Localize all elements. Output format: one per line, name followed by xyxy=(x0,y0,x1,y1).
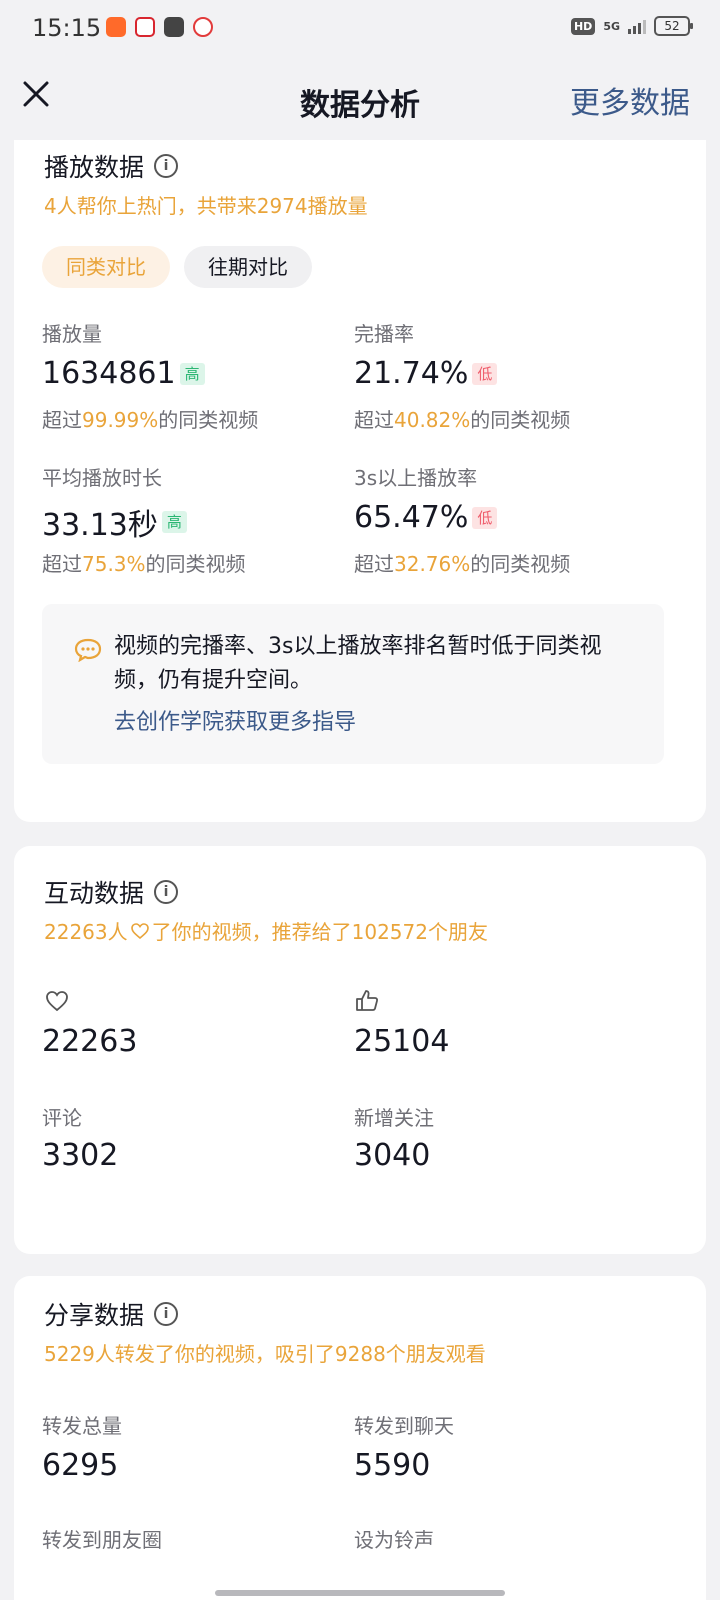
share-to-moments-label: 转发到朋友圈 xyxy=(42,1528,162,1552)
more-data-link[interactable]: 更多数据 xyxy=(570,78,690,122)
status-bar: 15:15 HD 5G 52 xyxy=(0,0,720,56)
message-icon xyxy=(74,638,102,662)
metric-label: 完播率 xyxy=(354,322,414,346)
bank-app-icon xyxy=(135,17,155,37)
tab-same-category[interactable]: 同类对比 xyxy=(42,246,170,288)
interact-section-header: 互动数据 i xyxy=(44,874,179,910)
metric-label: 3s以上播放率 xyxy=(354,466,478,490)
thumbs-up-icon xyxy=(356,990,379,1011)
app-notification-icon xyxy=(106,17,126,37)
metric-value: 33.13秒 高 xyxy=(42,500,187,544)
thumbs-value: 25104 xyxy=(354,1024,450,1059)
info-icon[interactable]: i xyxy=(154,880,179,904)
share-subtitle: 5229人转发了你的视频，吸引了9288个朋友观看 xyxy=(44,1342,486,1366)
3s-play-rate-value: 65.47% xyxy=(354,500,469,535)
status-badge: 低 xyxy=(472,506,498,529)
status-app-icons xyxy=(106,17,213,37)
tip-text: 视频的完播率、3s以上播放率排名暂时低于同类视频，仍有提升空间。 xyxy=(114,634,602,693)
comments-label: 评论 xyxy=(42,1106,82,1130)
play-section-title: 播放数据 xyxy=(44,153,145,182)
metric-footnote: 超过99.99%的同类视频 xyxy=(42,408,259,432)
tip-box: 视频的完播率、3s以上播放率排名暂时低于同类视频，仍有提升空间。 去创作学院获取… xyxy=(42,604,664,764)
avg-duration-value: 33.13秒 xyxy=(42,508,158,543)
heart-icon xyxy=(46,991,68,1012)
follows-label: 新增关注 xyxy=(354,1106,434,1130)
interaction-data-card: 互动数据 i 22263人 了你的视频，推荐给了102572个朋友 22263 … xyxy=(14,846,706,1254)
metric-label: 平均播放时长 xyxy=(42,466,162,490)
network-label: 5G xyxy=(603,19,620,33)
share-to-chat-label: 转发到聊天 xyxy=(354,1414,454,1438)
status-badge: 高 xyxy=(179,362,205,385)
home-indicator[interactable] xyxy=(215,1590,505,1596)
metric-value: 65.47% 低 xyxy=(354,500,498,535)
share-to-chat-value: 5590 xyxy=(354,1448,431,1483)
tab-past-period[interactable]: 往期对比 xyxy=(184,246,312,288)
info-icon[interactable]: i xyxy=(154,154,179,178)
likes-value: 22263 xyxy=(42,1024,138,1059)
metric-label: 播放量 xyxy=(42,322,102,346)
share-data-card: 分享数据 i 5229人转发了你的视频，吸引了9288个朋友观看 转发总量 62… xyxy=(14,1276,706,1600)
metric-footnote: 超过40.82%的同类视频 xyxy=(354,408,571,432)
share-total-value: 6295 xyxy=(42,1448,119,1483)
follows-value: 3040 xyxy=(354,1138,431,1173)
interact-section-title: 互动数据 xyxy=(44,879,145,908)
metric-footnote: 超过32.76%的同类视频 xyxy=(354,552,571,576)
signal-icon xyxy=(628,18,646,34)
status-time: 15:15 xyxy=(32,14,102,42)
mail-app-icon xyxy=(164,17,184,37)
hd-badge: HD xyxy=(570,17,596,35)
share-section-title: 分享数据 xyxy=(44,1301,145,1330)
status-badge: 低 xyxy=(472,362,498,385)
completion-rate-value: 21.74% xyxy=(354,356,469,391)
set-ringtone-label: 设为铃声 xyxy=(354,1528,434,1552)
heart-icon xyxy=(130,922,149,939)
interact-subtitle: 22263人 了你的视频，推荐给了102572个朋友 xyxy=(44,920,488,944)
battery-icon: 52 xyxy=(654,16,693,36)
status-badge: 高 xyxy=(161,511,187,533)
metric-value: 1634861 高 xyxy=(42,356,205,391)
share-total-label: 转发总量 xyxy=(42,1414,122,1438)
play-subtitle: 4人帮你上热门，共带来2974播放量 xyxy=(44,194,368,218)
play-data-card: 播放数据 i 4人帮你上热门，共带来2974播放量 同类对比 往期对比 播放量 … xyxy=(14,140,706,822)
nav-bar: 数据分析 更多数据 xyxy=(0,56,720,140)
metric-footnote: 超过75.3%的同类视频 xyxy=(42,552,246,576)
play-section-header: 播放数据 i xyxy=(44,148,179,184)
status-indicators: HD 5G 52 xyxy=(570,16,693,36)
share-section-header: 分享数据 i xyxy=(44,1296,179,1332)
info-icon[interactable]: i xyxy=(154,1302,179,1326)
comments-value: 3302 xyxy=(42,1138,119,1173)
play-count-value: 1634861 xyxy=(42,356,176,391)
video-app-icon xyxy=(193,17,213,37)
metric-value: 21.74% 低 xyxy=(354,356,498,391)
creator-academy-link[interactable]: 去创作学院获取更多指导 xyxy=(114,704,356,736)
